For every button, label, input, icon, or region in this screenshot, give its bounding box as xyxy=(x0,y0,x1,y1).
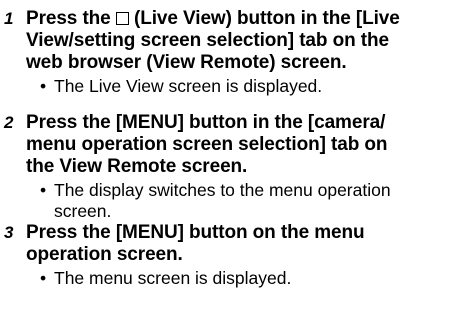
step-title-line: menu operation screen selection] tab on xyxy=(26,134,388,155)
step-title-line: the View Remote screen. xyxy=(26,156,248,177)
bullet-marker: • xyxy=(40,180,47,200)
step-number: 1 xyxy=(4,9,14,28)
step-title-line: Press the [MENU] button in the [camera/ xyxy=(26,112,386,133)
step-result: • The Live View screen is displayed. xyxy=(40,76,464,97)
step-result-text: The display switches to the menu operati… xyxy=(54,180,391,221)
step-title-line: Press the [MENU] button on the menu xyxy=(26,222,365,243)
step-title-line: View/setting screen selection] tab on th… xyxy=(26,30,389,51)
step-result: • The menu screen is displayed. xyxy=(40,268,464,289)
live-view-square-icon xyxy=(115,12,129,25)
bullet-marker: • xyxy=(40,268,47,288)
step-number: 3 xyxy=(4,223,14,242)
step-number: 2 xyxy=(4,113,14,132)
step-title: Press the [MENU] button in the [camera/ … xyxy=(26,112,466,178)
step-result: • The display switches to the menu opera… xyxy=(40,180,464,222)
step-title-line: Press the (Live View) button in the [Liv… xyxy=(26,8,400,29)
step-title-line: web browser (View Remote) screen. xyxy=(26,52,347,73)
step-title: Press the [MENU] button on the menu oper… xyxy=(26,222,466,266)
step-result-text: The menu screen is displayed. xyxy=(54,268,292,288)
step-title-line: operation screen. xyxy=(26,244,183,265)
bullet-marker: • xyxy=(40,76,47,96)
step-result-text: The Live View screen is displayed. xyxy=(54,76,323,96)
step-title: Press the (Live View) button in the [Liv… xyxy=(26,8,466,74)
